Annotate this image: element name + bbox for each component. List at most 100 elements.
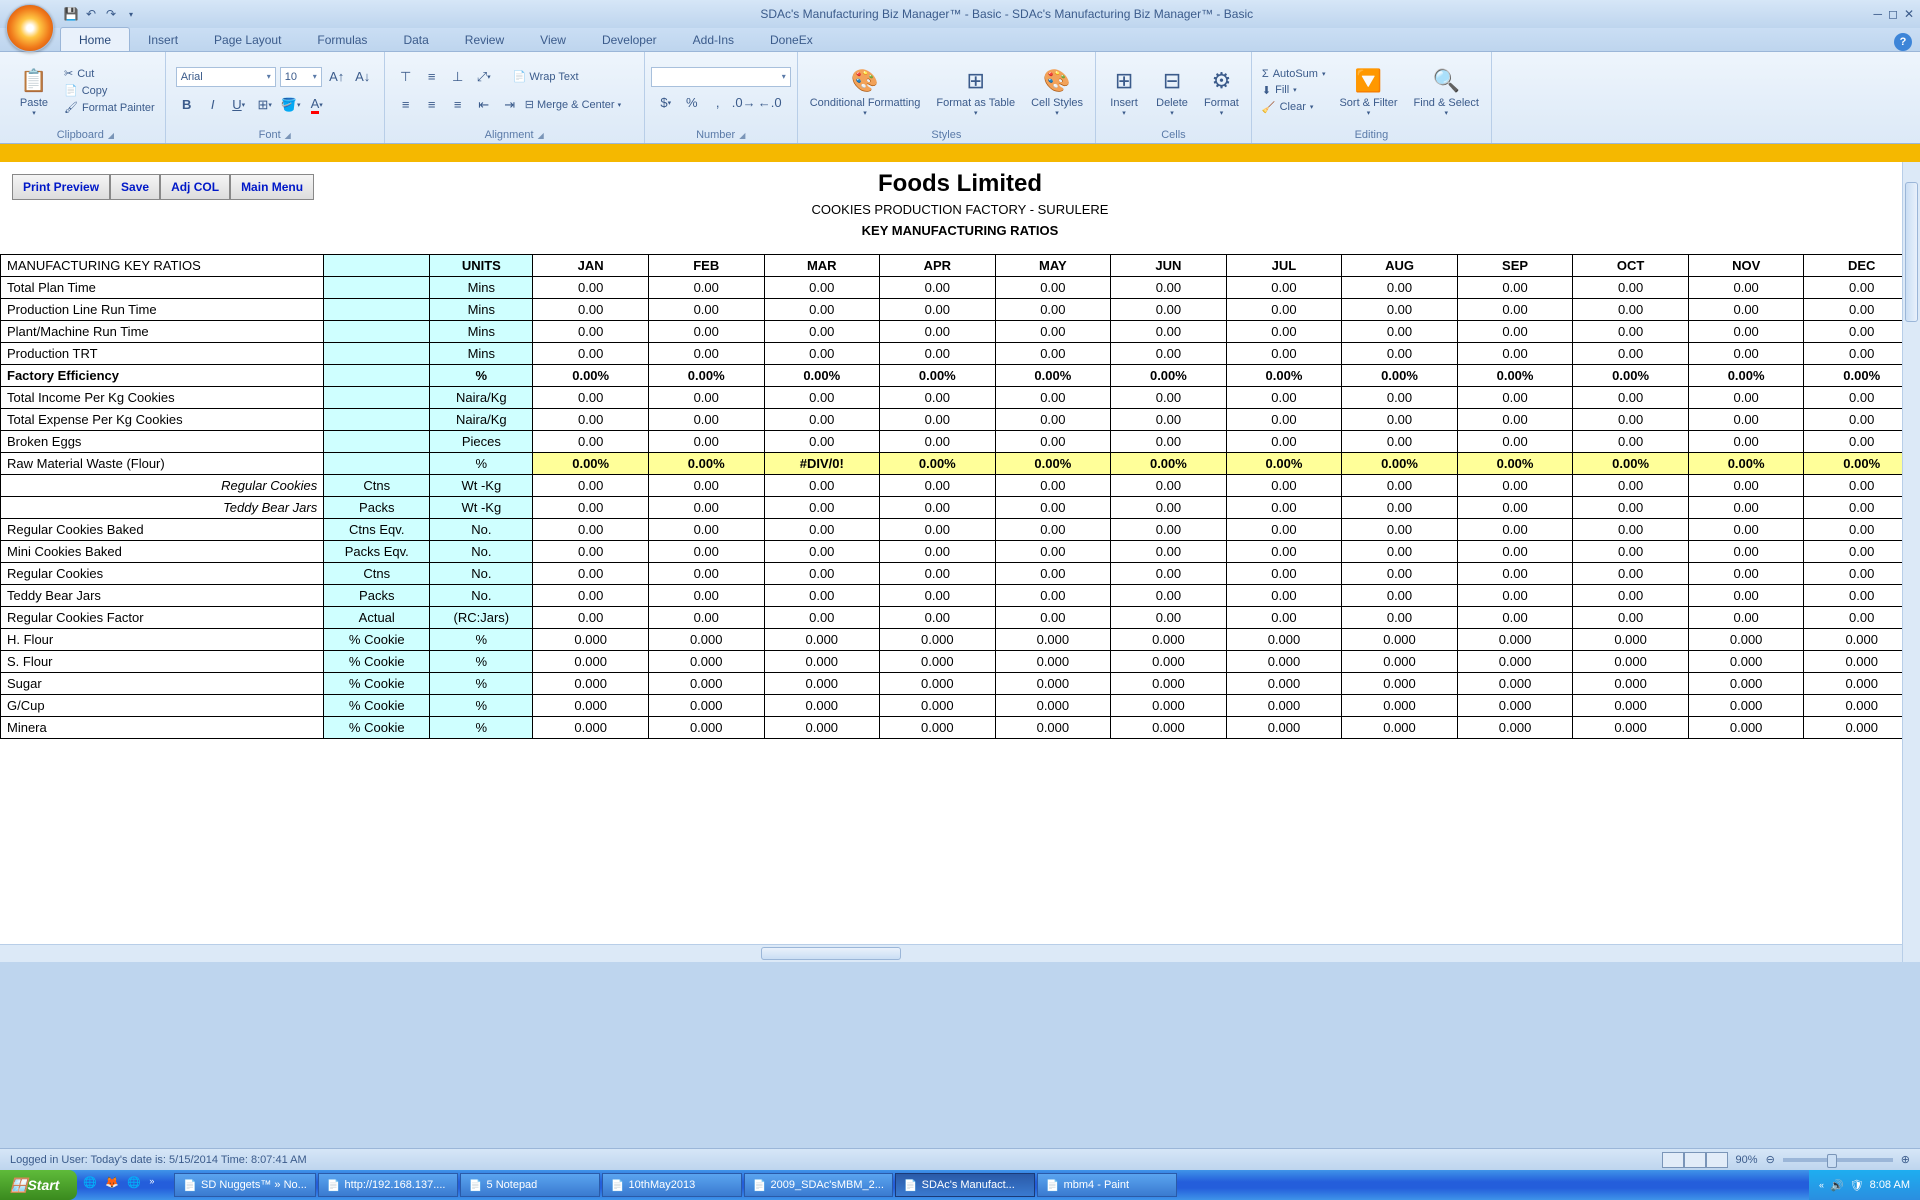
tab-view[interactable]: View [522,28,584,51]
row-c2[interactable]: Ctns Eqv. [324,519,430,541]
row-label[interactable]: Minera [1,717,324,739]
taskbar-task[interactable]: 📄SD Nuggets™ » No... [174,1173,315,1197]
font-name-combo[interactable]: Arial▾ [176,67,276,87]
cell[interactable]: 0.00 [1226,409,1342,431]
align-right-icon[interactable]: ≡ [447,94,469,116]
qat-undo-icon[interactable]: ↶ [82,5,100,23]
cell[interactable]: 0.000 [1457,651,1573,673]
cell[interactable]: 0.000 [1342,673,1458,695]
cell[interactable]: 0.00% [533,365,649,387]
tab-review[interactable]: Review [447,28,522,51]
worksheet-area[interactable]: Print PreviewSaveAdj COLMain Menu Foods … [0,162,1920,962]
row-label[interactable]: Total Expense Per Kg Cookies [1,409,324,431]
cell[interactable]: 0.00 [1457,321,1573,343]
row-units[interactable]: No. [430,563,533,585]
row-units[interactable]: Mins [430,343,533,365]
cell[interactable]: 0.00 [880,299,996,321]
cell[interactable]: 0.00 [1111,409,1227,431]
row-c2[interactable]: Packs Eqv. [324,541,430,563]
row-units[interactable]: Naira/Kg [430,387,533,409]
cell[interactable]: 0.00 [648,431,764,453]
cell[interactable]: 0.00 [1573,409,1689,431]
row-c2[interactable]: Ctns [324,563,430,585]
cell[interactable]: 0.00 [1688,563,1804,585]
cell[interactable]: 0.000 [1342,717,1458,739]
cell[interactable]: 0.000 [1688,629,1804,651]
row-units[interactable]: Pieces [430,431,533,453]
cell[interactable]: 0.00 [1226,277,1342,299]
font-color-button[interactable]: A▾ [306,94,328,116]
cell[interactable]: 0.00 [1457,431,1573,453]
cell[interactable]: 0.00 [880,585,996,607]
cell[interactable]: 0.00 [995,321,1111,343]
cell[interactable]: 0.00 [1573,585,1689,607]
cell[interactable]: 0.00 [1688,321,1804,343]
cell[interactable]: 0.000 [1688,695,1804,717]
row-c2[interactable] [324,343,430,365]
cell[interactable]: 0.00 [1226,607,1342,629]
cell[interactable]: 0.000 [1688,673,1804,695]
row-c2[interactable] [324,365,430,387]
cell[interactable]: 0.000 [1226,629,1342,651]
cell[interactable]: 0.000 [1573,717,1689,739]
row-units[interactable]: Wt -Kg [430,475,533,497]
cell[interactable]: 0.000 [1342,695,1458,717]
cell[interactable]: 0.00 [1573,431,1689,453]
cell[interactable]: 0.00 [1111,277,1227,299]
taskbar-task[interactable]: 📄SDAc's Manufact... [895,1173,1035,1197]
cell[interactable]: 0.00 [1111,563,1227,585]
ql-icon[interactable]: 🌐 [83,1176,101,1194]
cell[interactable]: 0.00 [764,387,880,409]
horizontal-scrollbar[interactable] [0,944,1902,962]
cell[interactable]: 0.00 [1226,299,1342,321]
cell[interactable]: 0.00 [1342,343,1458,365]
increase-decimal-icon[interactable]: .0→ [733,92,755,114]
minimize-button[interactable]: ─ [1873,7,1882,21]
tab-data[interactable]: Data [385,28,446,51]
cell[interactable]: 0.00 [1111,431,1227,453]
ql-expand-icon[interactable]: » [149,1176,167,1194]
shrink-font-icon[interactable]: A↓ [352,66,374,88]
cell[interactable]: 0.00 [533,475,649,497]
start-button[interactable]: 🪟 Start [0,1170,77,1200]
cell[interactable]: 0.00 [1111,299,1227,321]
tab-doneex[interactable]: DoneEx [752,28,831,51]
qat-save-icon[interactable]: 💾 [62,5,80,23]
cell[interactable]: 0.00 [648,519,764,541]
row-label[interactable]: Production Line Run Time [1,299,324,321]
cell[interactable]: 0.00 [1342,431,1458,453]
row-label[interactable]: Teddy Bear Jars [1,585,324,607]
cell[interactable]: 0.00% [1342,453,1458,475]
cell[interactable]: 0.00 [1342,563,1458,585]
copy-button[interactable]: 📄 Copy [60,83,159,98]
cell[interactable]: 0.00 [764,299,880,321]
cell[interactable]: 0.00% [1573,453,1689,475]
cell[interactable]: 0.00% [880,365,996,387]
clock[interactable]: 8:08 AM [1870,1179,1910,1191]
qat-more-icon[interactable]: ▾ [122,5,140,23]
cell[interactable]: 0.00 [533,299,649,321]
cell[interactable]: 0.00 [1457,541,1573,563]
cell[interactable]: 0.00 [995,387,1111,409]
row-c2[interactable]: % Cookie [324,651,430,673]
zoom-slider[interactable] [1783,1158,1893,1162]
insert-cells-button[interactable]: ⊞Insert▾ [1102,63,1146,119]
cell[interactable]: 0.00 [1111,387,1227,409]
tab-home[interactable]: Home [60,27,130,51]
cell[interactable]: 0.00 [1342,387,1458,409]
cell[interactable]: 0.00 [533,607,649,629]
row-label[interactable]: Factory Efficiency [1,365,324,387]
cell[interactable]: 0.00 [880,387,996,409]
delete-cells-button[interactable]: ⊟Delete▾ [1150,63,1194,119]
clear-button[interactable]: 🧹 Clear ▾ [1258,100,1330,115]
paste-button[interactable]: 📋Paste▾ [12,63,56,119]
cell[interactable]: 0.000 [1573,695,1689,717]
row-label[interactable]: Raw Material Waste (Flour) [1,453,324,475]
cell[interactable]: 0.00 [1226,585,1342,607]
system-tray[interactable]: « 🔊 🛡 8:08 AM [1809,1170,1920,1200]
cell[interactable]: 0.00 [1573,343,1689,365]
cell[interactable]: 0.000 [1457,717,1573,739]
row-units[interactable]: No. [430,585,533,607]
cell[interactable]: 0.00% [995,365,1111,387]
adj-col-button[interactable]: Adj COL [160,174,230,200]
